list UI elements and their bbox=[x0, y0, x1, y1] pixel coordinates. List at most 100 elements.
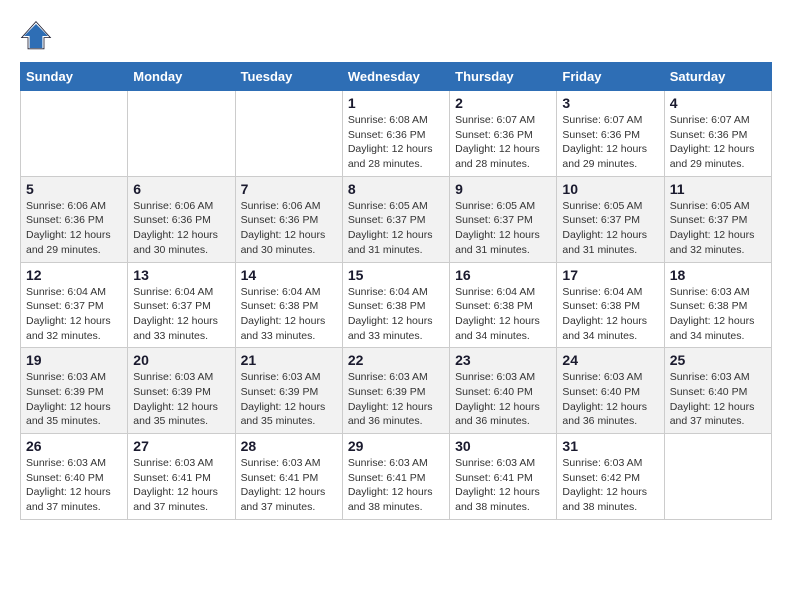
week-row-4: 19 Sunrise: 6:03 AMSunset: 6:39 PMDayligh… bbox=[21, 348, 772, 434]
day-info: Sunrise: 6:05 AMSunset: 6:37 PMDaylight:… bbox=[670, 199, 766, 258]
week-row-1: 1 Sunrise: 6:08 AMSunset: 6:36 PMDaylight… bbox=[21, 91, 772, 177]
calendar-cell: 22Sunrise: 6:03 AMSunset: 6:39 PMDayligh… bbox=[342, 348, 449, 434]
day-info: Sunrise: 6:03 AMSunset: 6:40 PMDaylight:… bbox=[670, 370, 766, 429]
calendar-cell bbox=[235, 91, 342, 177]
day-info: Sunrise: 6:04 AMSunset: 6:37 PMDaylight:… bbox=[133, 285, 229, 344]
calendar-cell: 21 Sunrise: 6:03 AMSunset: 6:39 PMDayligh… bbox=[235, 348, 342, 434]
calendar-cell: 9 Sunrise: 6:05 AMSunset: 6:37 PMDaylight… bbox=[450, 176, 557, 262]
day-info: Sunrise: 6:03 AMSunset: 6:41 PMDaylight:… bbox=[241, 456, 337, 515]
calendar-cell: 1 Sunrise: 6:08 AMSunset: 6:36 PMDaylight… bbox=[342, 91, 449, 177]
calendar-cell: 24 Sunrise: 6:03 AMSunset: 6:40 PMDayligh… bbox=[557, 348, 664, 434]
day-number: 15 bbox=[348, 267, 444, 283]
day-number: 28 bbox=[241, 438, 337, 454]
calendar-cell: 29 Sunrise: 6:03 AMSunset: 6:41 PMDayligh… bbox=[342, 434, 449, 520]
day-number: 26 bbox=[26, 438, 122, 454]
day-number: 5 bbox=[26, 181, 122, 197]
day-number: 2 bbox=[455, 95, 551, 111]
day-info: Sunrise: 6:05 AMSunset: 6:37 PMDaylight:… bbox=[348, 199, 444, 258]
day-info: Sunrise: 6:03 AMSunset: 6:40 PMDaylight:… bbox=[26, 456, 122, 515]
logo bbox=[20, 20, 56, 52]
calendar-table: SundayMondayTuesdayWednesdayThursdayFrid… bbox=[20, 62, 772, 520]
day-info: Sunrise: 6:05 AMSunset: 6:37 PMDaylight:… bbox=[455, 199, 551, 258]
day-number: 13 bbox=[133, 267, 229, 283]
day-number: 12 bbox=[26, 267, 122, 283]
calendar-cell bbox=[21, 91, 128, 177]
calendar-cell: 31 Sunrise: 6:03 AMSunset: 6:42 PMDayligh… bbox=[557, 434, 664, 520]
day-info: Sunrise: 6:04 AMSunset: 6:38 PMDaylight:… bbox=[455, 285, 551, 344]
calendar-header: SundayMondayTuesdayWednesdayThursdayFrid… bbox=[21, 63, 772, 91]
day-number: 24 bbox=[562, 352, 658, 368]
day-number: 23 bbox=[455, 352, 551, 368]
calendar-cell: 14 Sunrise: 6:04 AMSunset: 6:38 PMDayligh… bbox=[235, 262, 342, 348]
page-header bbox=[20, 20, 772, 52]
header-row: SundayMondayTuesdayWednesdayThursdayFrid… bbox=[21, 63, 772, 91]
day-info: Sunrise: 6:03 AMSunset: 6:41 PMDaylight:… bbox=[133, 456, 229, 515]
day-number: 1 bbox=[348, 95, 444, 111]
day-info: Sunrise: 6:06 AMSunset: 6:36 PMDaylight:… bbox=[241, 199, 337, 258]
day-number: 29 bbox=[348, 438, 444, 454]
calendar-cell: 28 Sunrise: 6:03 AMSunset: 6:41 PMDayligh… bbox=[235, 434, 342, 520]
day-number: 17 bbox=[562, 267, 658, 283]
day-info: Sunrise: 6:03 AMSunset: 6:41 PMDaylight:… bbox=[348, 456, 444, 515]
calendar-cell: 10 Sunrise: 6:05 AMSunset: 6:37 PMDayligh… bbox=[557, 176, 664, 262]
day-number: 14 bbox=[241, 267, 337, 283]
calendar-cell bbox=[664, 434, 771, 520]
day-number: 8 bbox=[348, 181, 444, 197]
day-info: Sunrise: 6:03 AMSunset: 6:42 PMDaylight:… bbox=[562, 456, 658, 515]
week-row-5: 26 Sunrise: 6:03 AMSunset: 6:40 PMDayligh… bbox=[21, 434, 772, 520]
calendar-cell: 20 Sunrise: 6:03 AMSunset: 6:39 PMDayligh… bbox=[128, 348, 235, 434]
day-info: Sunrise: 6:03 AMSunset: 6:39 PMDaylight:… bbox=[26, 370, 122, 429]
day-info: Sunrise: 6:03 AMSunset: 6:39 PMDaylight:… bbox=[348, 370, 444, 429]
calendar-cell: 4 Sunrise: 6:07 AMSunset: 6:36 PMDaylight… bbox=[664, 91, 771, 177]
day-info: Sunrise: 6:03 AMSunset: 6:39 PMDaylight:… bbox=[241, 370, 337, 429]
day-number: 10 bbox=[562, 181, 658, 197]
calendar-cell: 8 Sunrise: 6:05 AMSunset: 6:37 PMDaylight… bbox=[342, 176, 449, 262]
day-number: 30 bbox=[455, 438, 551, 454]
day-number: 19 bbox=[26, 352, 122, 368]
day-info: Sunrise: 6:07 AMSunset: 6:36 PMDaylight:… bbox=[455, 113, 551, 172]
calendar-body: 1 Sunrise: 6:08 AMSunset: 6:36 PMDaylight… bbox=[21, 91, 772, 520]
day-number: 25 bbox=[670, 352, 766, 368]
calendar-cell: 6Sunrise: 6:06 AMSunset: 6:36 PMDaylight… bbox=[128, 176, 235, 262]
day-info: Sunrise: 6:04 AMSunset: 6:38 PMDaylight:… bbox=[241, 285, 337, 344]
day-info: Sunrise: 6:04 AMSunset: 6:37 PMDaylight:… bbox=[26, 285, 122, 344]
day-number: 31 bbox=[562, 438, 658, 454]
calendar-cell: 19 Sunrise: 6:03 AMSunset: 6:39 PMDayligh… bbox=[21, 348, 128, 434]
calendar-cell: 7Sunrise: 6:06 AMSunset: 6:36 PMDaylight… bbox=[235, 176, 342, 262]
day-info: Sunrise: 6:03 AMSunset: 6:40 PMDaylight:… bbox=[455, 370, 551, 429]
day-number: 16 bbox=[455, 267, 551, 283]
day-info: Sunrise: 6:03 AMSunset: 6:39 PMDaylight:… bbox=[133, 370, 229, 429]
day-number: 21 bbox=[241, 352, 337, 368]
header-friday: Friday bbox=[557, 63, 664, 91]
calendar-cell: 15Sunrise: 6:04 AMSunset: 6:38 PMDayligh… bbox=[342, 262, 449, 348]
header-monday: Monday bbox=[128, 63, 235, 91]
header-tuesday: Tuesday bbox=[235, 63, 342, 91]
day-info: Sunrise: 6:03 AMSunset: 6:38 PMDaylight:… bbox=[670, 285, 766, 344]
day-info: Sunrise: 6:05 AMSunset: 6:37 PMDaylight:… bbox=[562, 199, 658, 258]
day-info: Sunrise: 6:07 AMSunset: 6:36 PMDaylight:… bbox=[562, 113, 658, 172]
calendar-cell: 27Sunrise: 6:03 AMSunset: 6:41 PMDayligh… bbox=[128, 434, 235, 520]
calendar-cell: 2 Sunrise: 6:07 AMSunset: 6:36 PMDaylight… bbox=[450, 91, 557, 177]
calendar-cell: 18 Sunrise: 6:03 AMSunset: 6:38 PMDayligh… bbox=[664, 262, 771, 348]
day-info: Sunrise: 6:03 AMSunset: 6:40 PMDaylight:… bbox=[562, 370, 658, 429]
day-number: 4 bbox=[670, 95, 766, 111]
day-info: Sunrise: 6:08 AMSunset: 6:36 PMDaylight:… bbox=[348, 113, 444, 172]
day-number: 6 bbox=[133, 181, 229, 197]
day-number: 18 bbox=[670, 267, 766, 283]
day-number: 20 bbox=[133, 352, 229, 368]
header-saturday: Saturday bbox=[664, 63, 771, 91]
calendar-cell: 13 Sunrise: 6:04 AMSunset: 6:37 PMDayligh… bbox=[128, 262, 235, 348]
calendar-cell: 30 Sunrise: 6:03 AMSunset: 6:41 PMDayligh… bbox=[450, 434, 557, 520]
logo-icon bbox=[20, 20, 52, 52]
header-thursday: Thursday bbox=[450, 63, 557, 91]
calendar-cell: 5Sunrise: 6:06 AMSunset: 6:36 PMDaylight… bbox=[21, 176, 128, 262]
header-sunday: Sunday bbox=[21, 63, 128, 91]
day-info: Sunrise: 6:03 AMSunset: 6:41 PMDaylight:… bbox=[455, 456, 551, 515]
day-info: Sunrise: 6:07 AMSunset: 6:36 PMDaylight:… bbox=[670, 113, 766, 172]
calendar-cell bbox=[128, 91, 235, 177]
day-info: Sunrise: 6:04 AMSunset: 6:38 PMDaylight:… bbox=[562, 285, 658, 344]
day-number: 9 bbox=[455, 181, 551, 197]
calendar-cell: 23 Sunrise: 6:03 AMSunset: 6:40 PMDayligh… bbox=[450, 348, 557, 434]
calendar-cell: 12 Sunrise: 6:04 AMSunset: 6:37 PMDayligh… bbox=[21, 262, 128, 348]
day-number: 11 bbox=[670, 181, 766, 197]
